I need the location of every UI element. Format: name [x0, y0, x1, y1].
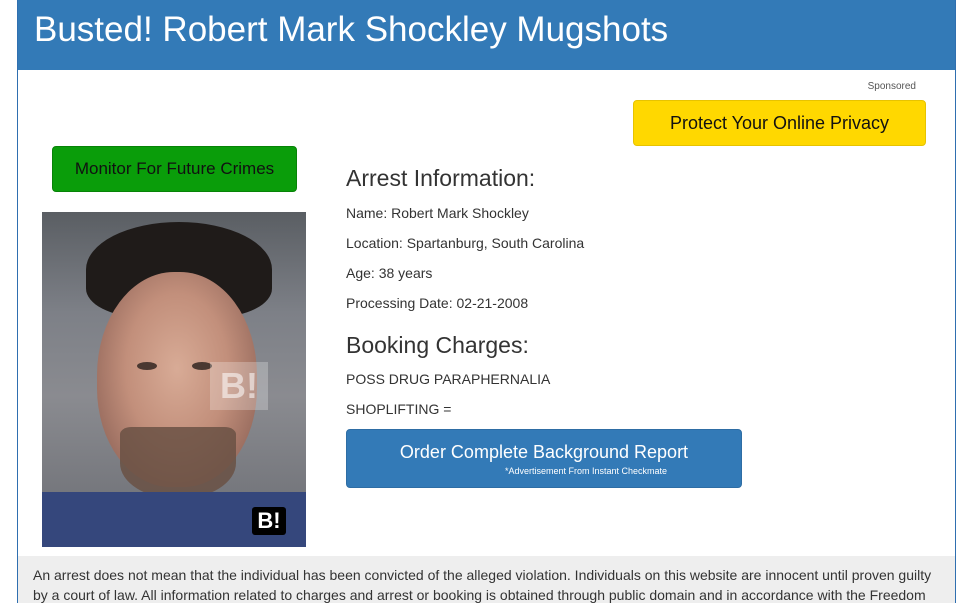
mugshot-photo: B! B!: [42, 212, 306, 547]
page-card: Busted! Robert Mark Shockley Mugshots Sp…: [17, 0, 956, 603]
page-header: Busted! Robert Mark Shockley Mugshots: [18, 0, 955, 70]
disclaimer-text: An arrest does not mean that the individ…: [18, 556, 955, 603]
protect-privacy-button[interactable]: Protect Your Online Privacy: [633, 100, 926, 146]
busted-logo-icon: B!: [252, 507, 286, 535]
order-button-note: *Advertisement From Instant Checkmate: [505, 466, 668, 476]
charge-item: POSS DRUG PARAPHERNALIA: [346, 371, 551, 387]
order-button-label: Order Complete Background Report: [399, 442, 689, 462]
sponsored-label: Sponsored: [867, 81, 916, 92]
arrest-info-heading: Arrest Information:: [346, 165, 536, 191]
charge-item: SHOPLIFTING =: [346, 401, 452, 417]
monitor-future-crimes-button[interactable]: Monitor For Future Crimes: [52, 146, 297, 192]
page-title: Busted! Robert Mark Shockley Mugshots: [34, 10, 669, 49]
arrest-name: Name: Robert Mark Shockley: [346, 205, 529, 221]
arrest-processing-date: Processing Date: 02-21-2008: [346, 295, 529, 311]
arrest-location: Location: Spartanburg, South Carolina: [346, 235, 585, 251]
booking-charges-heading: Booking Charges:: [346, 332, 529, 358]
arrest-age: Age: 38 years: [346, 265, 433, 281]
order-background-report-button[interactable]: Order Complete Background Report *Advert…: [346, 429, 742, 488]
busted-watermark: B!: [210, 362, 268, 410]
